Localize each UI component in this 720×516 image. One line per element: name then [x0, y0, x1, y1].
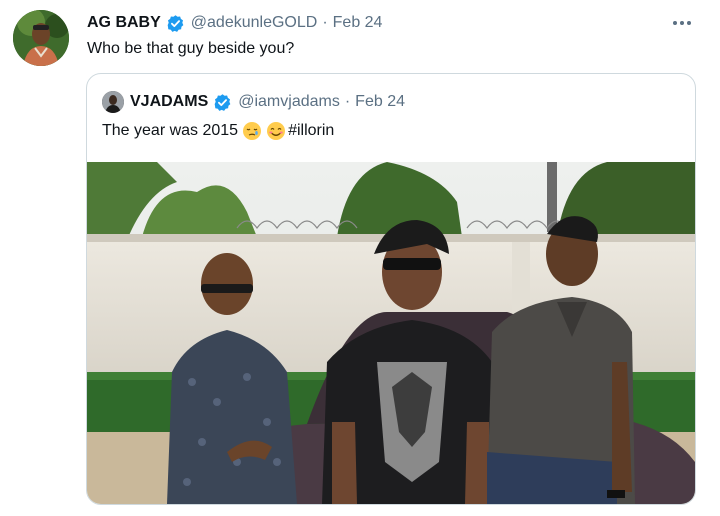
- author-handle[interactable]: @adekunleGOLD: [191, 14, 318, 32]
- quoted-author-handle: @iamvjadams: [238, 93, 340, 110]
- more-options-icon[interactable]: [670, 14, 694, 32]
- smiling-face-emoji-icon: [266, 121, 286, 141]
- separator-dot: ·: [322, 14, 328, 31]
- quoted-tweet-card[interactable]: VJADAMS @iamvjadams · Feb 24 The year wa…: [86, 73, 696, 505]
- tweet-header: AG BABY @adekunleGOLD · Feb 24: [87, 12, 382, 34]
- hashtag-link[interactable]: #illorin: [288, 120, 334, 142]
- quoted-author-display-name: VJADAMS: [130, 93, 209, 110]
- quoted-verified-badge-icon: [213, 93, 232, 112]
- quoted-tweet-text: The year was 2015 #illorin: [102, 120, 334, 142]
- tweet[interactable]: AG BABY @adekunleGOLD · Feb 24 Who be th…: [0, 0, 720, 516]
- author-avatar[interactable]: [13, 10, 69, 66]
- quoted-separator-dot: ·: [344, 93, 351, 110]
- author-display-name[interactable]: AG BABY: [87, 14, 161, 32]
- verified-badge-icon: [166, 14, 185, 33]
- tweet-text: Who be that guy beside you?: [87, 40, 295, 57]
- quoted-tweet-body: The year was 2015: [102, 122, 239, 139]
- quoted-tweet-date: Feb 24: [355, 93, 405, 110]
- quoted-tweet-photo[interactable]: [87, 162, 695, 504]
- quoted-tweet-header: VJADAMS @iamvjadams · Feb 24: [102, 91, 405, 113]
- quoted-author-avatar: [102, 91, 124, 113]
- tweet-date[interactable]: Feb 24: [333, 14, 383, 32]
- sleepy-face-emoji-icon: [242, 121, 262, 141]
